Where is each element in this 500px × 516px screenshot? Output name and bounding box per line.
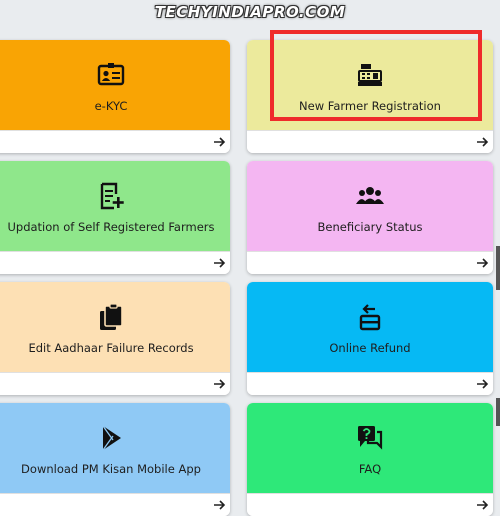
faq-card[interactable]: FAQ [247, 403, 493, 516]
document-plus-icon [100, 182, 124, 210]
online-refund-card-face: Online Refund [247, 282, 493, 373]
download-app-card-face: Download PM Kisan Mobile App [0, 403, 230, 494]
edit-aadhaar-label: Edit Aadhaar Failure Records [28, 341, 194, 355]
edit-aadhaar-footer [0, 372, 230, 395]
ekyc-card-face: e-KYC [0, 40, 230, 131]
new-farmer-registration-footer [247, 130, 493, 153]
arrow-right-icon [477, 258, 489, 268]
faq-card-face: FAQ [247, 403, 493, 494]
edit-aadhaar-card-face: Edit Aadhaar Failure Records [0, 282, 230, 373]
arrow-right-icon [214, 379, 226, 389]
watermark-logo: TECHYINDIAPRO.COM [154, 3, 346, 21]
ekyc-footer [0, 130, 230, 153]
ekyc-card[interactable]: e-KYC [0, 40, 230, 153]
beneficiary-status-card-face: Beneficiary Status [247, 161, 493, 252]
online-refund-label: Online Refund [329, 341, 411, 355]
beneficiary-status-label: Beneficiary Status [317, 220, 423, 234]
ekyc-label: e-KYC [94, 99, 128, 113]
scroll-edge-mark-lower [496, 398, 500, 426]
download-app-label: Download PM Kisan Mobile App [21, 462, 201, 476]
arrow-right-icon [214, 258, 226, 268]
faq-label: FAQ [358, 462, 382, 476]
arrow-right-icon [477, 379, 489, 389]
refund-box-icon [359, 304, 381, 331]
arrow-right-icon [214, 137, 226, 147]
updation-label: Updation of Self Registered Farmers [7, 220, 215, 234]
updation-card[interactable]: Updation of Self Registered Farmers [0, 161, 230, 274]
download-app-footer [0, 493, 230, 516]
highlight-box [270, 30, 482, 121]
arrow-right-icon [214, 500, 226, 510]
edit-aadhaar-card[interactable]: Edit Aadhaar Failure Records [0, 282, 230, 395]
group-icon [356, 187, 384, 204]
updation-footer [0, 251, 230, 274]
updation-card-face: Updation of Self Registered Farmers [0, 161, 230, 252]
play-store-icon [102, 425, 121, 451]
online-refund-card[interactable]: Online Refund [247, 282, 493, 395]
arrow-right-icon [477, 500, 489, 510]
online-refund-footer [247, 372, 493, 395]
id-card-icon [97, 63, 125, 86]
arrow-right-icon [477, 137, 489, 147]
clipboard-icon [100, 303, 123, 330]
question-bubble-icon [358, 426, 383, 450]
download-app-card[interactable]: Download PM Kisan Mobile App [0, 403, 230, 516]
beneficiary-status-footer [247, 251, 493, 274]
scroll-edge-mark [496, 246, 500, 290]
beneficiary-status-card[interactable]: Beneficiary Status [247, 161, 493, 274]
faq-footer [247, 493, 493, 516]
